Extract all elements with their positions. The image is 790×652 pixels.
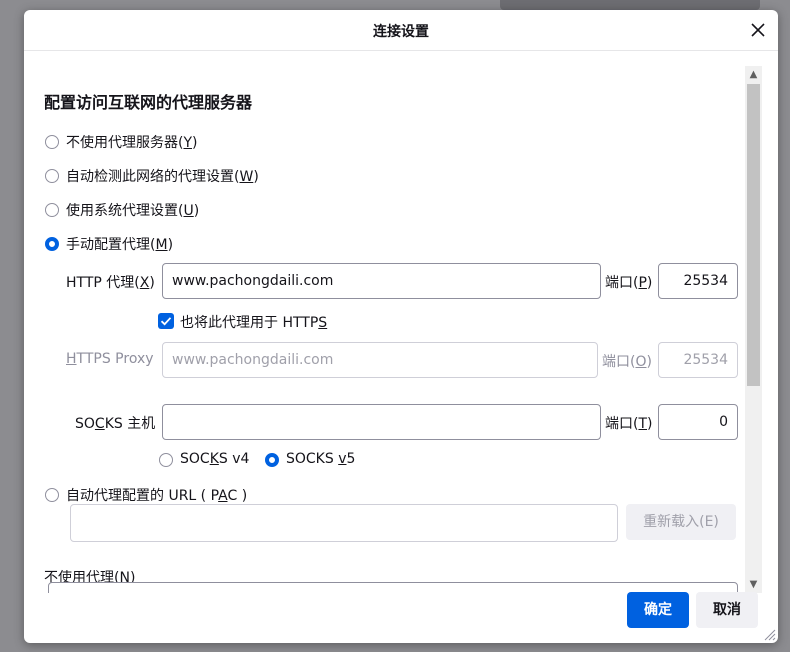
radio-system-proxy-label[interactable]: 使用系统代理设置(U) (66, 200, 199, 220)
socks-host-input[interactable] (162, 404, 601, 440)
checkmark-icon (160, 317, 172, 326)
radio-system-proxy[interactable] (45, 203, 59, 217)
radio-socks-v5[interactable] (265, 453, 279, 467)
https-proxy-label: HTTPS Proxy (66, 351, 154, 367)
https-port-input[interactable] (658, 342, 738, 378)
socks-host-label: SOCKS 主机 (75, 416, 156, 432)
radio-pac[interactable] (45, 488, 59, 502)
scrollbar-thumb[interactable] (747, 84, 760, 386)
dialog-title: 连接设置 (373, 24, 429, 40)
radio-pac-label[interactable]: 自动代理配置的 URL ( PAC ) (66, 485, 247, 505)
scroll-up-arrow-icon[interactable]: ▲ (745, 66, 762, 83)
https-port-label: 端口(O) (602, 354, 652, 370)
socks-port-input[interactable] (658, 404, 738, 440)
dialog-content: 配置访问互联网的代理服务器 不使用代理服务器(Y) 自动检测此网络的代理设置(W… (24, 51, 744, 593)
connection-settings-dialog: 连接设置 配置访问互联网的代理服务器 不使用代理服务器(Y) 自动检测此网络的代… (24, 10, 778, 643)
dialog-titlebar: 连接设置 (24, 10, 778, 51)
radio-auto-detect-label[interactable]: 自动检测此网络的代理设置(W) (66, 166, 259, 186)
reload-pac-button[interactable]: 重新载入(E) (626, 504, 736, 540)
http-proxy-input[interactable] (162, 263, 601, 299)
socks-port-label: 端口(T) (605, 416, 653, 432)
background-window-edge (500, 0, 760, 10)
scroll-down-arrow-icon[interactable]: ▼ (745, 576, 762, 593)
radio-manual-proxy-label[interactable]: 手动配置代理(M) (66, 234, 173, 254)
radio-socks-v4-label[interactable]: SOCKS v4 (180, 451, 249, 467)
radio-socks-v4[interactable] (159, 453, 173, 467)
radio-manual-proxy[interactable] (45, 237, 59, 251)
http-proxy-label: HTTP 代理(X) (66, 275, 155, 291)
radio-no-proxy[interactable] (45, 135, 59, 149)
ok-button[interactable]: 确定 (627, 592, 689, 628)
also-https-checkbox[interactable] (158, 313, 174, 329)
https-proxy-input[interactable] (162, 342, 598, 378)
pac-url-input[interactable] (70, 504, 618, 542)
close-button[interactable] (746, 18, 770, 42)
radio-no-proxy-label[interactable]: 不使用代理服务器(Y) (66, 132, 198, 152)
resize-grip-icon[interactable] (762, 627, 776, 641)
cancel-button[interactable]: 取消 (696, 592, 758, 628)
radio-auto-detect[interactable] (45, 169, 59, 183)
section-heading: 配置访问互联网的代理服务器 (44, 93, 253, 112)
content-scrollbar[interactable]: ▲ ▼ (745, 66, 762, 593)
http-port-input[interactable] (658, 263, 738, 299)
http-port-label: 端口(P) (605, 275, 653, 291)
also-https-label[interactable]: 也将此代理用于 HTTPS (180, 312, 327, 332)
close-icon (751, 23, 765, 37)
radio-socks-v5-label[interactable]: SOCKS v5 (286, 451, 355, 467)
